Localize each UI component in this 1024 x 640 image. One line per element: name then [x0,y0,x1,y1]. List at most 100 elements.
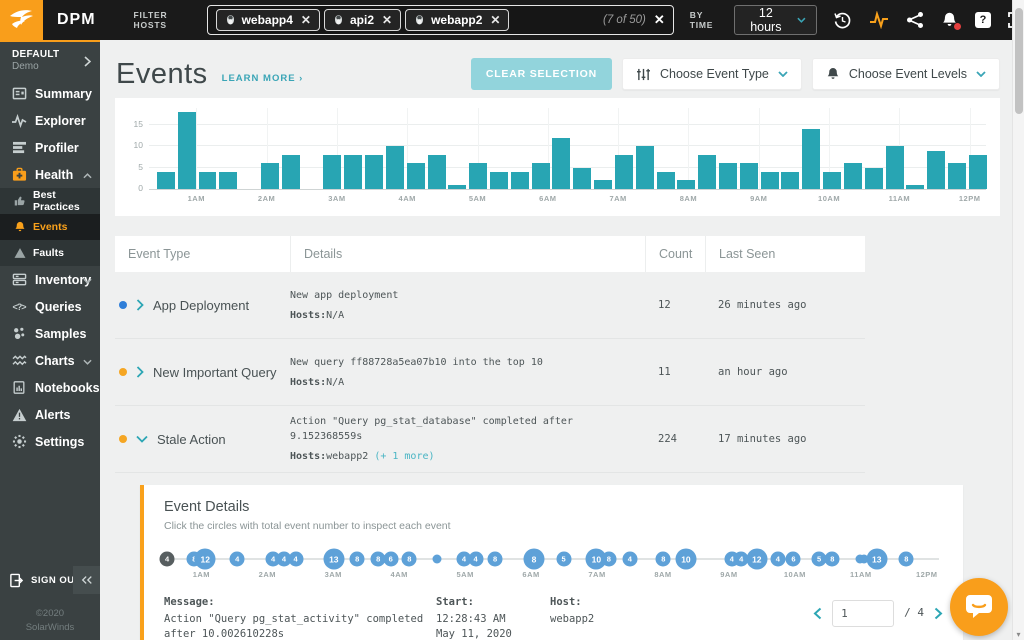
clear-all-hosts-icon[interactable]: ✕ [654,12,665,28]
prev-page-icon[interactable] [813,607,822,620]
histogram-bar[interactable] [261,163,279,189]
table-row[interactable]: New Important Query New query ff88728a5e… [115,339,865,406]
sidebar-item-summary[interactable]: Summary [0,80,100,107]
sidebar-item-charts[interactable]: Charts [0,347,100,374]
host-filter-input[interactable]: webapp4✕api2✕webapp2✕ (7 of 50) ✕ [207,5,674,35]
histogram-bar[interactable] [448,185,466,189]
histogram-bar[interactable] [657,172,675,189]
histogram-bar[interactable] [594,180,612,189]
histogram-bar[interactable] [636,146,654,189]
histogram-bar[interactable] [573,168,591,189]
timeline-event-circle[interactable]: 13 [866,549,887,570]
histogram-bar[interactable] [365,155,383,189]
timeline-event-circle[interactable]: 4 [770,552,785,567]
histogram-bar[interactable] [532,163,550,189]
activity-pulse-icon[interactable] [869,11,889,29]
histogram-bar[interactable] [844,163,862,189]
event-histogram-plot[interactable]: 051015 [149,108,986,190]
collapse-sidebar-button[interactable] [73,566,100,594]
notifications-bell-icon[interactable] [941,11,958,29]
host-tag[interactable]: api2✕ [324,9,401,31]
choose-event-type-button[interactable]: Choose Event Type [622,58,802,90]
histogram-bar[interactable] [282,155,300,189]
timeline-event-circle[interactable]: 8 [488,552,503,567]
histogram-bar[interactable] [781,172,799,189]
histogram-bar[interactable] [344,155,362,189]
timeline-event-circle[interactable]: 4 [160,552,175,567]
solarwinds-logo[interactable] [0,0,43,40]
histogram-bar[interactable] [719,163,737,189]
scrollbar-thumb[interactable] [1015,8,1023,114]
chat-support-button[interactable] [950,578,1008,636]
host-tag[interactable]: webapp4✕ [216,9,320,31]
choose-event-levels-button[interactable]: Choose Event Levels [812,58,1000,90]
histogram-bar[interactable] [552,138,570,189]
timeline-event-circle[interactable]: 8 [524,549,545,570]
histogram-bar[interactable] [219,172,237,189]
timeline-event-circle[interactable]: 8 [899,552,914,567]
sidebar-item-explorer[interactable]: Explorer [0,107,100,134]
histogram-bar[interactable] [323,155,341,189]
sidebar-item-samples[interactable]: Samples [0,320,100,347]
timeline-event-circle[interactable]: 8 [601,552,616,567]
clear-selection-button[interactable]: CLEAR SELECTION [471,58,612,90]
histogram-bar[interactable] [407,163,425,189]
sidebar-item-best-practices[interactable]: Best Practices [0,188,100,214]
timeline-event-circle[interactable]: 12 [746,549,767,570]
learn-more-link[interactable]: LEARN MORE › [222,73,304,84]
timeline-event-circle[interactable]: 6 [786,552,801,567]
timeline-event-circle[interactable]: 4 [468,552,483,567]
timeline-event-circle[interactable]: 8 [825,552,840,567]
histogram-bar[interactable] [948,163,966,189]
timeline-event-circle[interactable]: 13 [323,549,344,570]
table-row[interactable]: App Deployment New app deployment Hosts:… [115,272,865,339]
collapse-row-icon[interactable] [136,435,148,443]
share-icon[interactable] [906,11,924,29]
sidebar-item-alerts[interactable]: Alerts [0,401,100,428]
histogram-bar[interactable] [615,155,633,189]
timeline-event-circle[interactable]: 8 [402,552,417,567]
sidebar-item-health[interactable]: Health [0,161,100,188]
histogram-bar[interactable] [927,151,945,189]
histogram-bar[interactable] [157,172,175,189]
expand-row-icon[interactable] [136,366,144,378]
histogram-bar[interactable] [740,163,758,189]
account-switcher[interactable]: DEFAULT Demo [0,42,100,80]
timeline-event-circle[interactable]: 5 [556,552,571,567]
remove-host-icon[interactable]: ✕ [382,13,392,27]
remove-host-icon[interactable]: ✕ [490,13,500,27]
next-page-icon[interactable] [934,607,943,620]
timeline-event-circle[interactable]: 4 [622,552,637,567]
histogram-bar[interactable] [823,172,841,189]
histogram-bar[interactable] [677,180,695,189]
sign-out-button[interactable]: SIGN OUT [0,566,100,594]
timeline-event-circle[interactable]: 8 [656,552,671,567]
sidebar-item-settings[interactable]: Settings [0,428,100,455]
histogram-bar[interactable] [469,163,487,189]
sidebar-item-inventory[interactable]: Inventory [0,266,100,293]
sidebar-item-faults[interactable]: Faults [0,240,100,266]
timeline-event-circle[interactable]: 6 [383,552,398,567]
event-timeline[interactable]: 48124444138868448851084810441246581381AM… [164,549,943,587]
sidebar-item-queries[interactable]: <?> Queries [0,293,100,320]
histogram-bar[interactable] [199,172,217,189]
expand-row-icon[interactable] [136,299,144,311]
remove-host-icon[interactable]: ✕ [301,13,311,27]
timeline-event-circle[interactable]: 10 [675,549,696,570]
histogram-bar[interactable] [761,172,779,189]
timeline-event-circle[interactable]: 12 [195,549,216,570]
histogram-bar[interactable] [428,155,446,189]
histogram-bar[interactable] [802,129,820,189]
histogram-bar[interactable] [906,185,924,189]
help-icon[interactable]: ? [975,12,991,28]
timeline-event-circle[interactable]: 8 [350,552,365,567]
table-row[interactable]: Stale Action Action "Query pg_stat_datab… [115,406,865,473]
histogram-bar[interactable] [886,146,904,189]
histogram-bar[interactable] [969,155,987,189]
time-range-dropdown[interactable]: 12 hours [734,5,817,35]
histogram-bar[interactable] [490,172,508,189]
page-input[interactable] [832,600,894,627]
histogram-bar[interactable] [865,168,883,189]
sidebar-item-notebooks[interactable]: Notebooks [0,374,100,401]
hosts-more-link[interactable]: (+ 1 more) [374,451,434,462]
